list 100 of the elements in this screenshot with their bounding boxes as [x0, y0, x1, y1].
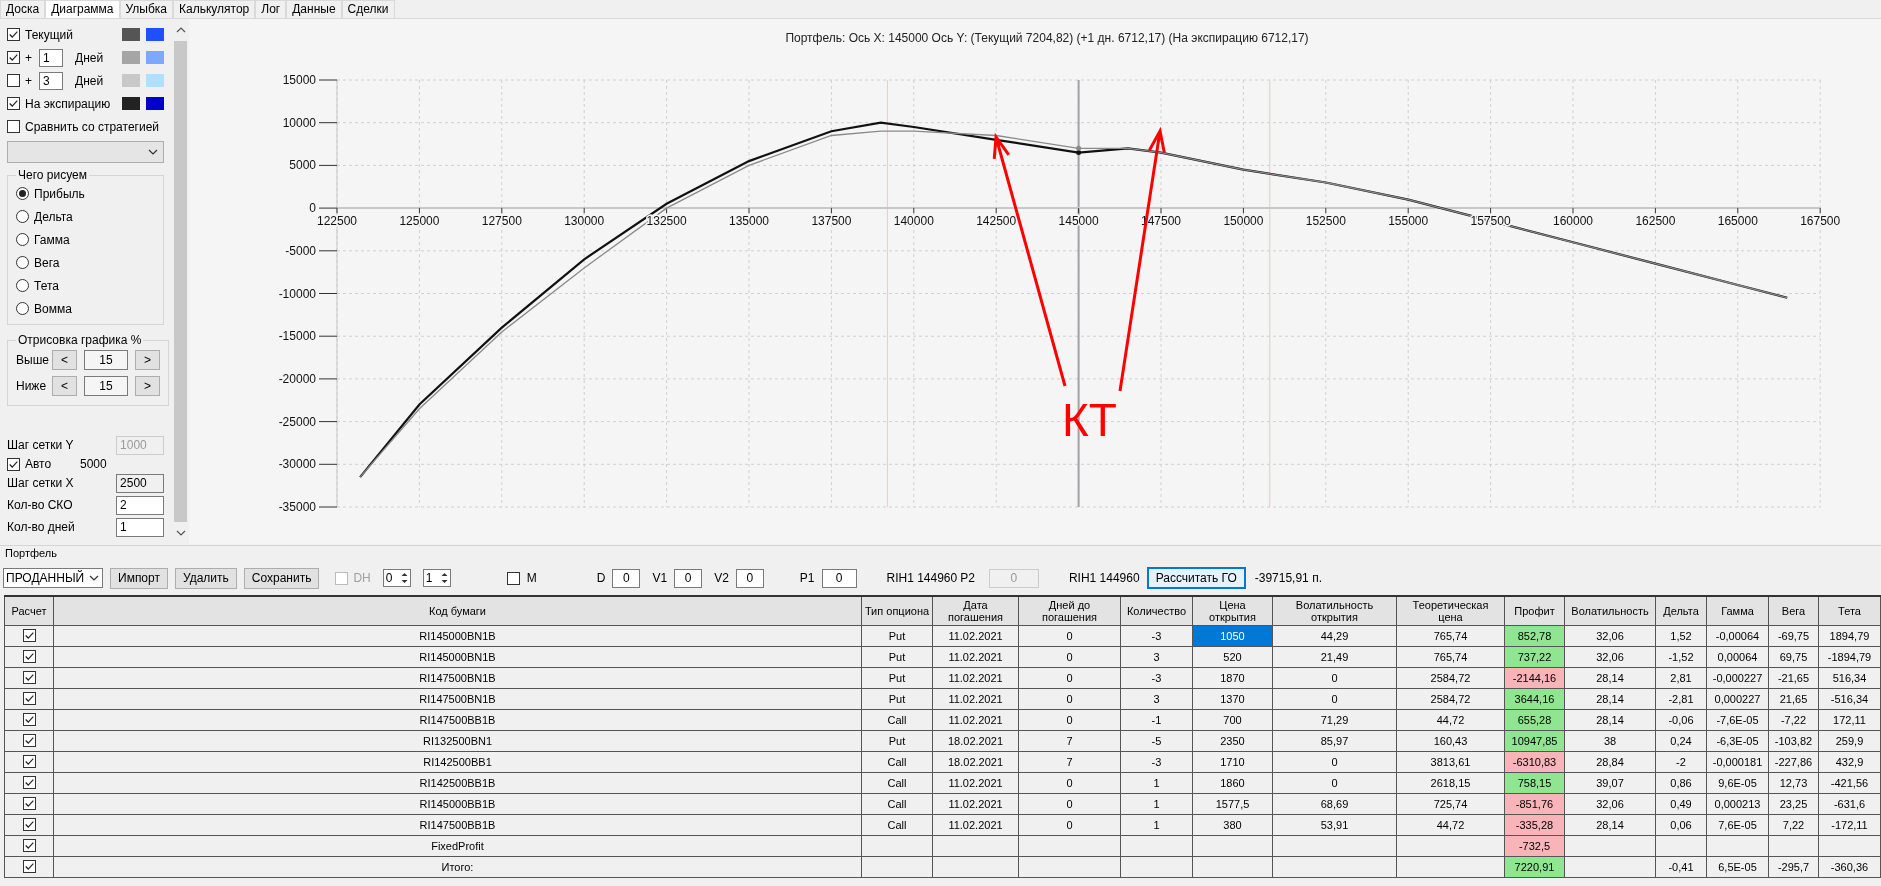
- number-spinner[interactable]: 0: [382, 569, 411, 587]
- color-swatch[interactable]: [146, 97, 165, 110]
- column-header[interactable]: Дельта: [1655, 596, 1707, 626]
- toolbar-button[interactable]: Импорт: [110, 567, 168, 589]
- checkbox[interactable]: [22, 692, 36, 705]
- column-header[interactable]: Цена открытия: [1192, 596, 1273, 626]
- checkbox[interactable]: [7, 51, 20, 64]
- tab[interactable]: Диаграмма: [45, 0, 120, 18]
- color-swatch[interactable]: [122, 28, 141, 41]
- column-header[interactable]: Волатильность: [1564, 596, 1656, 626]
- setting-label: Кол-во СКО: [7, 498, 74, 512]
- percent-field[interactable]: 15: [84, 350, 128, 370]
- column-header[interactable]: Профит: [1504, 596, 1565, 626]
- column-header[interactable]: Расчет: [4, 596, 54, 626]
- checkbox[interactable]: [7, 120, 20, 133]
- plus-sign: +: [25, 50, 33, 65]
- color-swatch[interactable]: [122, 74, 141, 87]
- checkbox[interactable]: [22, 671, 36, 684]
- x-tick-label: 130000: [564, 214, 605, 229]
- column-header[interactable]: Тета: [1818, 596, 1881, 626]
- tab[interactable]: Улыбка: [119, 0, 174, 18]
- checkbox[interactable]: [7, 74, 20, 87]
- tab[interactable]: Калькулятор: [173, 0, 256, 18]
- tab[interactable]: Данные: [286, 0, 342, 18]
- checkbox[interactable]: [22, 734, 36, 747]
- setting-field[interactable]: 1: [116, 517, 165, 537]
- scroll-up-icon[interactable]: [175, 27, 186, 33]
- table-cell: FixedProfit: [53, 835, 862, 857]
- decrease-button[interactable]: <: [52, 376, 77, 396]
- option-label: Тета: [34, 278, 59, 293]
- color-swatch[interactable]: [146, 51, 165, 64]
- column-header[interactable]: Гамма: [1706, 596, 1769, 626]
- group-title: Отрисовка графика %: [17, 333, 143, 347]
- increase-button[interactable]: >: [135, 350, 160, 370]
- tab[interactable]: Сделки: [341, 0, 395, 18]
- radio-button[interactable]: [16, 210, 29, 223]
- radio-button[interactable]: [16, 279, 29, 292]
- input-field[interactable]: 0: [821, 568, 857, 588]
- checkbox[interactable]: [22, 755, 36, 768]
- x-tick-label: 145000: [1058, 214, 1099, 229]
- scroll-thumb[interactable]: [174, 41, 188, 522]
- column-header[interactable]: Код бумаги: [53, 596, 862, 626]
- checkbox[interactable]: [22, 650, 36, 663]
- table-cell: RI147500BB1B: [53, 709, 862, 731]
- color-swatch[interactable]: [146, 28, 165, 41]
- input-field[interactable]: 0: [674, 568, 703, 588]
- radio-button[interactable]: [16, 256, 29, 269]
- checkbox[interactable]: [22, 713, 36, 726]
- checkbox[interactable]: [22, 797, 36, 810]
- radio-button[interactable]: [16, 302, 29, 315]
- number-spinner[interactable]: 1: [422, 569, 451, 587]
- radio-button[interactable]: [16, 233, 29, 246]
- color-swatch[interactable]: [122, 97, 141, 110]
- percent-field[interactable]: 15: [84, 376, 128, 396]
- field-label: V2: [714, 571, 729, 585]
- column-header[interactable]: Количество: [1120, 596, 1193, 626]
- toolbar-button[interactable]: Удалить: [174, 567, 237, 589]
- column-header[interactable]: Дата погашения: [932, 596, 1019, 626]
- color-swatch[interactable]: [146, 74, 165, 87]
- checkbox[interactable]: [506, 571, 520, 585]
- input-field[interactable]: 0: [612, 568, 641, 588]
- checkbox[interactable]: [7, 457, 20, 471]
- checkbox[interactable]: [22, 818, 36, 831]
- toolbar-button[interactable]: Сохранить: [243, 567, 320, 589]
- checkbox[interactable]: [22, 776, 36, 789]
- days-field[interactable]: 3: [39, 71, 63, 90]
- decrease-button[interactable]: <: [52, 350, 77, 370]
- filter-select[interactable]: ПРОДАННЫЙ: [3, 568, 103, 588]
- input-field[interactable]: 0: [735, 568, 764, 588]
- y-tick-label: -15000: [278, 329, 316, 344]
- instrument-label: RIH1 144960: [1068, 571, 1140, 585]
- x-tick-label: 142500: [976, 214, 1017, 229]
- column-header[interactable]: Вега: [1768, 596, 1819, 626]
- option-label: Гамма: [34, 232, 70, 247]
- caret-icon: [89, 575, 99, 581]
- setting-field[interactable]: 2: [116, 495, 165, 515]
- column-header[interactable]: Теоретическая цена: [1396, 596, 1505, 626]
- checkbox[interactable]: [7, 28, 20, 41]
- checkbox[interactable]: [22, 629, 36, 642]
- field-label: P2: [960, 571, 975, 585]
- days-field[interactable]: 1: [39, 48, 63, 67]
- increase-button[interactable]: >: [135, 376, 160, 396]
- tab[interactable]: Лог: [255, 0, 287, 18]
- checkbox[interactable]: [22, 860, 36, 873]
- setting-field[interactable]: 2500: [116, 473, 165, 493]
- radio-button[interactable]: [16, 187, 29, 200]
- calculate-button[interactable]: Рассчитать ГО: [1146, 567, 1246, 589]
- checkbox[interactable]: [7, 97, 20, 110]
- column-header[interactable]: Волатильность открытия: [1272, 596, 1397, 626]
- column-header[interactable]: Тип опциона: [861, 596, 933, 626]
- column-header[interactable]: Дней до погашения: [1018, 596, 1121, 626]
- section-title: Портфель: [5, 547, 57, 560]
- auto-value: 5000: [80, 457, 107, 471]
- chart-title: Портфель: Ось X: 145000 Ось Y: (Текущий 7204,82) (+1 дн. 6712,17) (На экспирацию 6712,17): [785, 31, 1309, 45]
- tab[interactable]: Доска: [0, 0, 46, 18]
- checkbox[interactable]: [22, 839, 36, 852]
- auto-label: Авто: [25, 457, 53, 471]
- color-swatch[interactable]: [122, 51, 141, 64]
- series-label: Текущий: [25, 27, 73, 42]
- scroll-down-icon[interactable]: [175, 530, 186, 536]
